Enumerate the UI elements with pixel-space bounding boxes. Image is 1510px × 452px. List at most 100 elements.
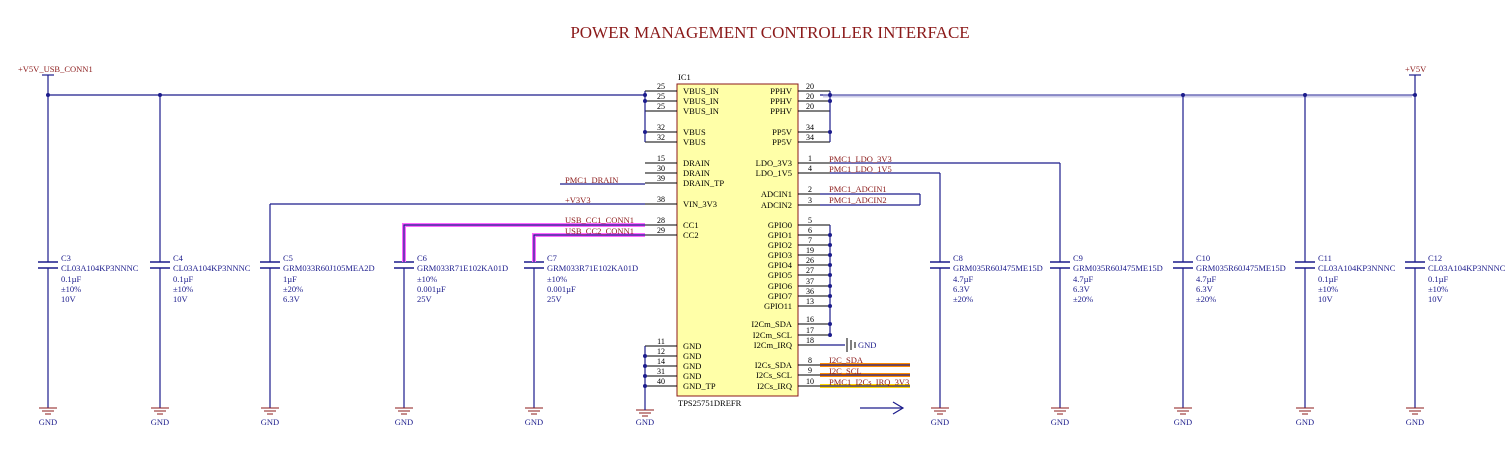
junction-dot-13 xyxy=(828,253,832,257)
cap-tol-C3: ±10% xyxy=(61,284,81,294)
cap-tol-C4: ±10% xyxy=(173,284,193,294)
ic-pin-num-right-1: 20 xyxy=(806,92,814,101)
cap-part-C7: GRM033R71E102KA01D xyxy=(547,263,638,273)
ic-pin-name-left-14: GND xyxy=(683,371,701,381)
cap-volt-C8: ±20% xyxy=(953,294,973,304)
cap-value-C6: ±10% xyxy=(417,274,437,284)
cap-value-C4: 0.1µF xyxy=(173,274,194,284)
ic-pin-name-right-19: I2Cm_SCL xyxy=(753,330,792,340)
ic-pin-num-right-19: 17 xyxy=(806,326,814,335)
junction-dot-21 xyxy=(643,354,647,358)
cap-part-C5: GRM033R60J105MEA2D xyxy=(283,263,375,273)
cap-tol-C7: 0.001µF xyxy=(547,284,576,294)
ic-pin-num-right-13: 26 xyxy=(806,256,814,265)
ic-pin-num-right-22: 9 xyxy=(808,366,812,375)
ic-pin-num-left-14: 31 xyxy=(657,367,665,376)
right-arrow-icon xyxy=(860,401,905,415)
cap-ref-C4: C4 xyxy=(173,253,184,263)
ic-pin-num-left-4: 32 xyxy=(657,133,665,142)
junction-dot-11 xyxy=(828,233,832,237)
ic-pin-name-right-16: GPIO7 xyxy=(768,291,792,301)
ic-pin-name-right-0: PPHV xyxy=(770,86,793,96)
ic-pin-name-right-17: GPIO11 xyxy=(764,301,792,311)
cap-volt-C3: 10V xyxy=(61,294,77,304)
gnd-label-C12: GND xyxy=(1406,417,1424,427)
ic-pin-name-right-12: GPIO3 xyxy=(768,250,792,260)
ic-pin-name-right-7: ADCIN1 xyxy=(761,189,792,199)
cap-value-C12: 0.1µF xyxy=(1428,274,1449,284)
cap-ref-C5: C5 xyxy=(283,253,293,263)
cap-ref-C12: C12 xyxy=(1428,253,1442,263)
ic-pin-name-right-6: LDO_1V5 xyxy=(756,168,792,178)
cap-part-C4: CL03A104KP3NNNC xyxy=(173,263,251,273)
cap-part-C12: CL03A104KP3NNNC xyxy=(1428,263,1506,273)
ic-pin-num-left-13: 14 xyxy=(657,357,665,366)
ic-pin-num-left-15: 40 xyxy=(657,377,665,386)
ic-pin-num-right-10: 6 xyxy=(808,226,812,235)
gnd-symbol-i2cm xyxy=(820,338,856,352)
cap-volt-C7: 25V xyxy=(547,294,563,304)
gnd-label-C8: GND xyxy=(931,417,949,427)
ic-pin-num-right-14: 27 xyxy=(806,266,814,275)
junction-dot-15 xyxy=(828,273,832,277)
gnd-label-C5: GND xyxy=(261,417,279,427)
ic-pin-name-right-1: PPHV xyxy=(770,96,793,106)
junction-dot-16 xyxy=(828,284,832,288)
ic-pin-name-right-21: I2Cs_SDA xyxy=(755,360,793,370)
cap-value-C8: 4.7µF xyxy=(953,274,974,284)
cap-tol-C10: 6.3V xyxy=(1196,284,1214,294)
ic-pin-num-left-2: 25 xyxy=(657,102,665,111)
cap-ref-C7: C7 xyxy=(547,253,557,263)
junction-dot-2 xyxy=(643,93,647,97)
gnd-label-C7: GND xyxy=(525,417,543,427)
ic-pin-num-right-15: 37 xyxy=(806,277,814,286)
junction-dot-10 xyxy=(1413,93,1417,97)
net-label-adcin2: PMC1_ADCIN2 xyxy=(829,195,887,205)
cap-part-C8: GRM035R60J475ME15D xyxy=(953,263,1043,273)
ic-pin-num-right-11: 7 xyxy=(808,236,812,245)
ic-pin-num-right-18: 16 xyxy=(806,315,814,324)
junction-dot-5 xyxy=(828,93,832,97)
ic-pin-name-right-10: GPIO1 xyxy=(768,230,792,240)
ic-pin-num-left-3: 32 xyxy=(657,123,665,132)
net-label-v3v3: +V3V3 xyxy=(565,195,591,205)
ic-pin-num-left-10: 29 xyxy=(657,226,665,235)
net-label-usb-cc2: USB_CC2_CONN1 xyxy=(565,226,634,236)
ic-pin-name-left-1: VBUS_IN xyxy=(683,96,719,106)
ic-pin-name-right-20: I2Cm_IRQ xyxy=(754,340,792,350)
ic-pin-name-left-12: GND xyxy=(683,351,701,361)
junction-dot-8 xyxy=(1181,93,1185,97)
cap-tol-C6: 0.001µF xyxy=(417,284,446,294)
ic-pin-num-right-7: 2 xyxy=(808,185,812,194)
power-label-left: +V5V_USB_CONN1 xyxy=(18,64,93,74)
ic-pin-num-right-6: 4 xyxy=(808,164,812,173)
ic-pin-num-left-7: 39 xyxy=(657,174,665,183)
cap-volt-C6: 25V xyxy=(417,294,433,304)
ic-pin-name-left-8: VIN_3V3 xyxy=(683,199,717,209)
ic-pin-num-left-6: 30 xyxy=(657,164,665,173)
cap-tol-C8: 6.3V xyxy=(953,284,971,294)
cap-ref-C8: C8 xyxy=(953,253,963,263)
ic-pin-num-right-2: 20 xyxy=(806,102,814,111)
ic-pin-name-right-18: I2Cm_SDA xyxy=(751,319,792,329)
gnd-label-i2cm: GND xyxy=(858,340,876,350)
ic-pin-name-left-7: DRAIN_TP xyxy=(683,178,724,188)
junction-dot-3 xyxy=(643,99,647,103)
cap-part-C11: CL03A104KP3NNNC xyxy=(1318,263,1396,273)
junction-dot-22 xyxy=(643,364,647,368)
net-label-usb-cc1: USB_CC1_CONN1 xyxy=(565,215,634,225)
gnd-label-ic: GND xyxy=(636,417,654,427)
ic-designator: IC1 xyxy=(678,72,691,82)
net-label-ldo-1v5: PMC1_LDO_1V5 xyxy=(829,164,892,174)
cap-volt-C10: ±20% xyxy=(1196,294,1216,304)
junction-dot-7 xyxy=(828,130,832,134)
ic-pin-name-right-15: GPIO6 xyxy=(768,281,792,291)
ic-pin-num-left-11: 11 xyxy=(657,337,665,346)
cap-value-C3: 0.1µF xyxy=(61,274,82,284)
cap-volt-C11: 10V xyxy=(1318,294,1334,304)
ic-pin-name-left-10: CC2 xyxy=(683,230,699,240)
junction-dot-6 xyxy=(828,99,832,103)
cap-ref-C11: C11 xyxy=(1318,253,1332,263)
cap-tol-C12: ±10% xyxy=(1428,284,1448,294)
power-label-right: +V5V xyxy=(1405,64,1427,74)
